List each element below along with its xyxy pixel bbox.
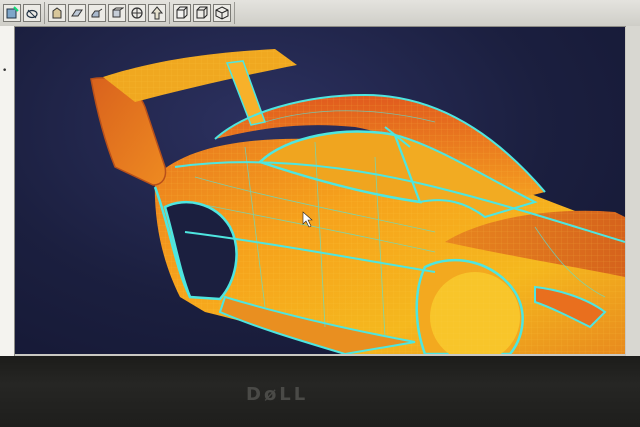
view-orient-icon[interactable] (128, 4, 146, 22)
new-part-icon[interactable] (3, 4, 21, 22)
rotate-icon[interactable] (68, 4, 86, 22)
toolbar (0, 0, 640, 27)
toolbar-group-view (45, 2, 170, 24)
car-model-render (90, 49, 625, 354)
feature-tree-panel[interactable]: • (0, 26, 15, 356)
monitor-bezel (0, 356, 640, 427)
monitor-photo: • DøLL (0, 0, 640, 427)
window-right-edge (626, 26, 640, 356)
normal-view-icon[interactable] (148, 4, 166, 22)
isometric-icon[interactable] (213, 4, 231, 22)
zoom-icon[interactable] (88, 4, 106, 22)
pan-icon[interactable] (48, 4, 66, 22)
panel-marker: • (2, 66, 8, 76)
cad-application-window: • (0, 0, 640, 365)
wireframe-icon[interactable] (193, 4, 211, 22)
monitor-brand-logo: DøLL (246, 384, 309, 405)
shaded-icon[interactable] (173, 4, 191, 22)
toolbar-group-display (170, 2, 235, 24)
toolbar-group-file (0, 2, 45, 24)
fit-icon[interactable] (108, 4, 126, 22)
sketch-icon[interactable] (23, 4, 41, 22)
3d-viewport[interactable] (15, 27, 625, 354)
